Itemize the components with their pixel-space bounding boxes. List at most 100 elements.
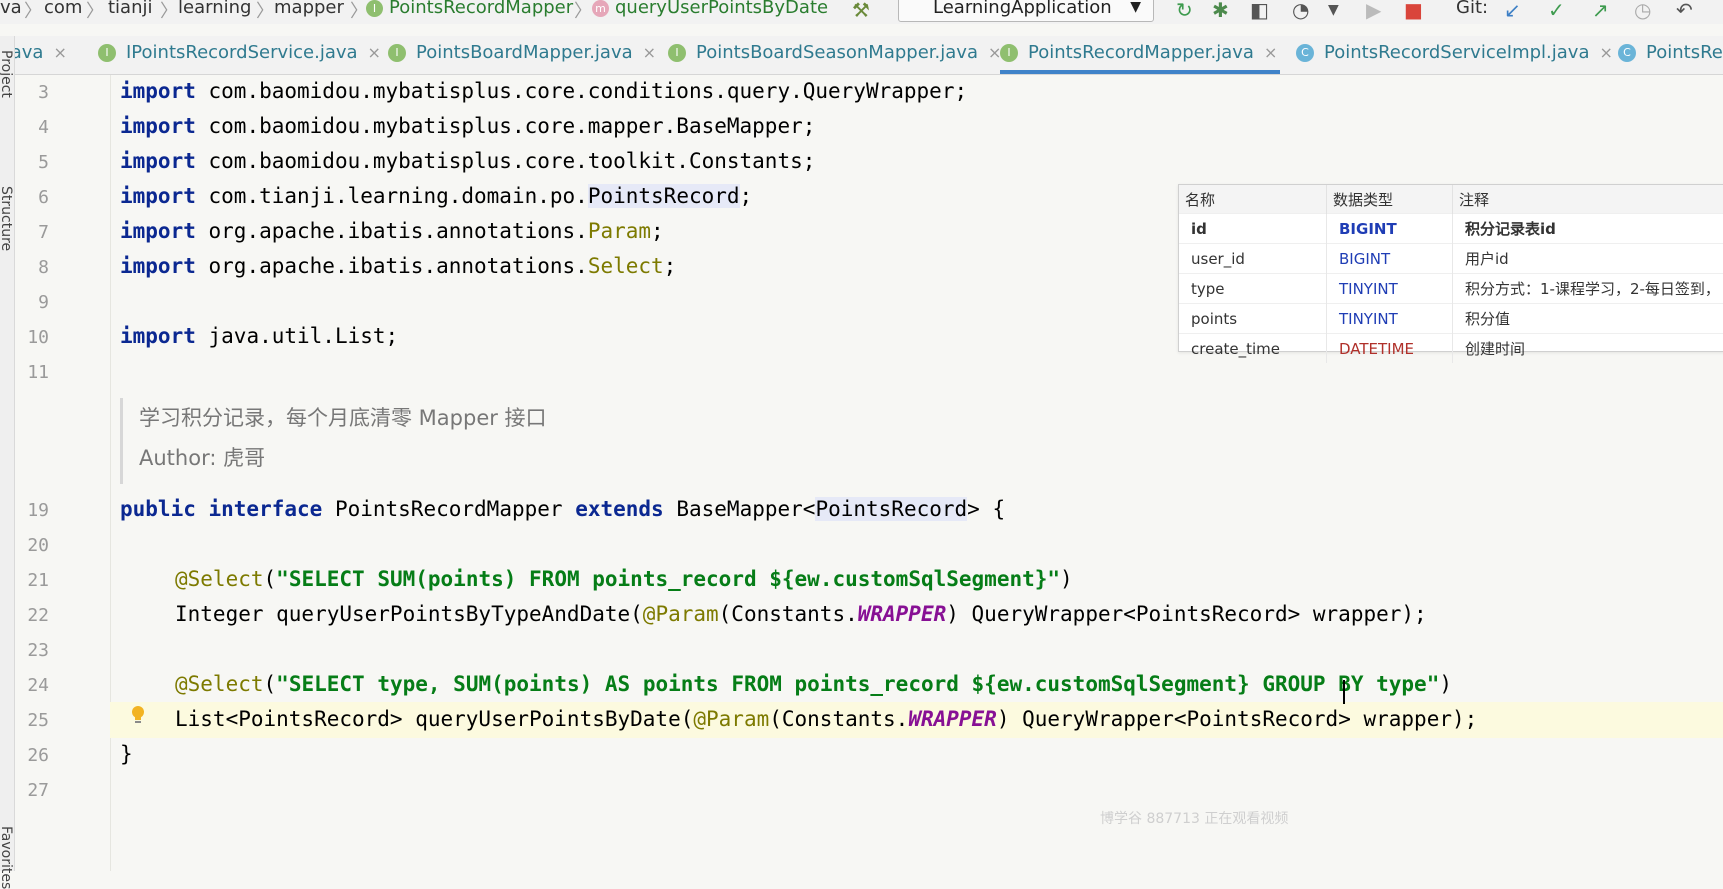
tab-pointsrecordmapper[interactable]: IPointsRecordMapper.java× — [1000, 42, 1280, 74]
rerun-icon[interactable]: ↻ — [1176, 0, 1193, 22]
annotation: @Param — [693, 707, 769, 731]
cell-comment: 创建时间 — [1453, 334, 1723, 364]
keyword: import — [120, 114, 196, 138]
line-number: 25 — [15, 710, 49, 731]
line-number: 22 — [15, 605, 49, 626]
tab-pointsrecordserviceimpl[interactable]: CPointsRecordServiceImpl.java× — [1296, 42, 1613, 74]
tab-label: PointsBoardSeasonMapper.java — [696, 42, 978, 63]
interface-icon: I — [668, 44, 686, 62]
cell-comment: 积分值 — [1453, 304, 1723, 334]
code-text: com.baomidou.mybatisplus.core.conditions… — [209, 79, 968, 103]
code-line-5[interactable]: import com.baomidou.mybatisplus.core.too… — [120, 149, 815, 173]
code-text: org.apache.ibatis.annotations. — [209, 219, 588, 243]
code-line-24[interactable]: @Select("SELECT type, SUM(points) AS poi… — [175, 672, 1452, 696]
git-commit-icon[interactable]: ✓ — [1548, 0, 1565, 22]
git-push-icon[interactable]: ↗ — [1592, 0, 1609, 22]
cell-name: create_time — [1179, 334, 1327, 364]
lightbulb-icon[interactable] — [130, 705, 146, 725]
code-text: BaseMapper< — [676, 497, 815, 521]
code-text: com.tianji.learning.domain.po. — [209, 184, 588, 208]
code-line-21[interactable]: @Select("SELECT SUM(points) FROM points_… — [175, 567, 1073, 591]
tool-window-project[interactable]: Project — [0, 50, 14, 98]
profile-icon[interactable]: ◔ — [1292, 0, 1309, 22]
run-configuration-select[interactable]: LearningApplication ▼ — [898, 0, 1154, 22]
annotation: @Select — [175, 672, 264, 696]
tab-pointsboardseasonmapper[interactable]: IPointsBoardSeasonMapper.java× — [668, 42, 1001, 74]
rollback-icon[interactable]: ↶ — [1676, 0, 1693, 22]
coverage-icon[interactable]: ◧ — [1250, 0, 1269, 22]
breadcrumb-item-pointsrecordmapper[interactable]: IPointsRecordMapper — [366, 0, 573, 18]
git-update-icon[interactable]: ↙ — [1504, 0, 1521, 22]
chevron-down-icon[interactable]: ▼ — [1328, 2, 1339, 18]
debug-icon[interactable]: ✱ — [1212, 0, 1229, 22]
breadcrumb-item-com[interactable]: com — [44, 0, 82, 18]
tab-pointsboardmapper[interactable]: IPointsBoardMapper.java× — [388, 42, 656, 74]
close-icon[interactable]: × — [1600, 43, 1613, 62]
cell-name: user_id — [1179, 244, 1327, 274]
breadcrumb-item-mapper[interactable]: mapper — [274, 0, 344, 18]
run-configuration-label: LearningApplication — [933, 0, 1112, 18]
line-number: 11 — [15, 362, 49, 383]
code-text: ( — [264, 672, 277, 696]
stop-icon[interactable]: ■ — [1404, 0, 1423, 22]
cell-name: points — [1179, 304, 1327, 334]
code-text: ; — [651, 219, 664, 243]
doc-comment-author: Author: 虎哥 — [139, 438, 1139, 478]
constant: WRAPPER — [858, 602, 947, 626]
code-line-10[interactable]: import java.util.List; — [120, 324, 398, 348]
table-schema-popup: 名称 数据类型 注释 id BIGINT 积分记录表id user_id BIG… — [1178, 184, 1723, 352]
line-number: 5 — [15, 152, 49, 173]
code-line-6[interactable]: import com.tianji.learning.domain.po.Poi… — [120, 184, 752, 208]
table-row: create_time DATETIME 创建时间 — [1179, 334, 1723, 364]
close-icon[interactable]: × — [1264, 43, 1277, 62]
line-number: 23 — [15, 640, 49, 661]
cell-type: DATETIME — [1327, 334, 1453, 364]
table-header-row: 名称 数据类型 注释 — [1179, 185, 1723, 214]
code-line-19[interactable]: public interface PointsRecordMapper exte… — [120, 497, 1005, 521]
code-line-25[interactable]: List<PointsRecord> queryUserPointsByDate… — [175, 707, 1477, 731]
editor-tab-bar: .java× IIPointsRecordService.java× IPoin… — [0, 36, 1723, 75]
tool-window-favorites[interactable]: Favorites — [0, 826, 14, 889]
code-line-7[interactable]: import org.apache.ibatis.annotations.Par… — [120, 219, 664, 243]
line-number: 27 — [15, 780, 49, 801]
build-hammer-icon[interactable]: ⚒ — [852, 0, 870, 22]
code-line-3[interactable]: import com.baomidou.mybatisplus.core.con… — [120, 79, 967, 103]
close-icon[interactable]: × — [368, 43, 381, 62]
annotation: @Select — [175, 567, 264, 591]
doc-comment-description: 学习积分记录，每个月底清零 Mapper 接口 — [139, 398, 1139, 438]
code-text: List<PointsRecord> queryUserPointsByDate… — [175, 707, 693, 731]
code-line-22[interactable]: Integer queryUserPointsByTypeAndDate(@Pa… — [175, 602, 1427, 626]
code-text: ; — [664, 254, 677, 278]
highlighted-symbol: PointsRecord — [815, 497, 967, 521]
tab-ipointsrecordservice[interactable]: IIPointsRecordService.java× — [98, 42, 381, 74]
breadcrumb-item-va[interactable]: va — [0, 0, 22, 18]
code-text: ( — [264, 567, 277, 591]
breadcrumb-item-learning[interactable]: learning — [178, 0, 251, 18]
keyword: import — [120, 219, 196, 243]
breadcrumb-item-method[interactable]: mqueryUserPointsByDate — [592, 0, 828, 18]
interface-icon: I — [388, 44, 406, 62]
highlighted-symbol: PointsRecord — [588, 184, 740, 208]
code-line-8[interactable]: import org.apache.ibatis.annotations.Sel… — [120, 254, 676, 278]
tool-window-strip: Project Structure Favorites — [0, 36, 15, 871]
tab-label: PointsRecordServiceImpl.java — [1324, 42, 1590, 63]
run-icon[interactable]: ▶ — [1366, 0, 1381, 22]
close-icon[interactable]: × — [53, 43, 66, 62]
method-icon: m — [592, 0, 609, 17]
tool-window-structure[interactable]: Structure — [0, 186, 14, 251]
history-icon[interactable]: ◷ — [1634, 0, 1651, 22]
keyword: import — [120, 79, 196, 103]
breadcrumb-item-tianji[interactable]: tianji — [108, 0, 153, 18]
watermark: 博学谷 887713 正在观看视频 — [1100, 808, 1288, 828]
code-text: com.baomidou.mybatisplus.core.toolkit.Co… — [209, 149, 816, 173]
code-line-26[interactable]: } — [120, 742, 133, 766]
tab-pointsrec[interactable]: CPointsRec — [1618, 42, 1723, 74]
table-row: user_id BIGINT 用户id — [1179, 244, 1723, 274]
chevron-down-icon: ▼ — [1130, 0, 1141, 15]
code-text: Integer queryUserPointsByTypeAndDate( — [175, 602, 643, 626]
line-number: 8 — [15, 257, 49, 278]
close-icon[interactable]: × — [643, 43, 656, 62]
rendered-doc-comment: 学习积分记录，每个月底清零 Mapper 接口 Author: 虎哥 — [120, 398, 1139, 484]
class-icon: C — [1618, 44, 1636, 62]
code-line-4[interactable]: import com.baomidou.mybatisplus.core.map… — [120, 114, 815, 138]
